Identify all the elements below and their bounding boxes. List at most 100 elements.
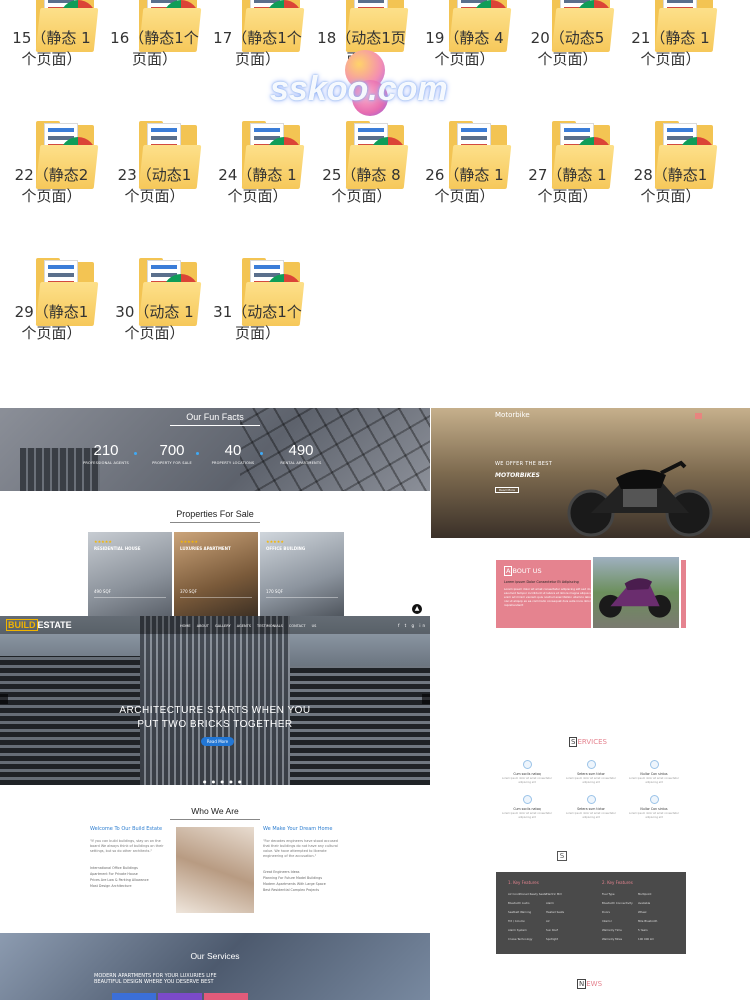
services-tagline: MODERN APARTMENTS FOR YOUR LUXURIES LIFE… [94, 973, 217, 985]
properties-title: Properties For Sale [0, 509, 430, 523]
feature-row-cell: Seatbelt Warning [508, 910, 532, 914]
property-card[interactable]: ★★★★★ RESIDENTIAL HOUSE 490 SQF [88, 532, 172, 616]
funfacts-title: Our Fun Facts [0, 412, 430, 426]
feature-list: Great Engineers Ideas Planning For Future… [263, 870, 326, 892]
stat-item: 210 PROFESSIONAL AGENTS [83, 442, 129, 465]
folder-item[interactable]: 23（动态1 个页面） [103, 121, 206, 256]
menu-icon[interactable] [695, 413, 702, 419]
slider-dots[interactable]: ● ● ● ● ● [203, 779, 244, 784]
feature-row-cell: Warranty Miles [602, 937, 623, 941]
feature-row-cell: Multipoint [638, 892, 652, 896]
moto-site-title: Motorbike [495, 411, 530, 419]
slider-next-icon[interactable] [422, 694, 430, 704]
folder-label: 30（动态 1 个页面） [115, 303, 194, 342]
moto-headline: WE OFFER THE BEST [495, 461, 553, 467]
service-tab[interactable] [112, 993, 156, 1000]
feature-row-cell: Bluetooth Audio [508, 901, 530, 905]
folder-label: 15（静态 1 个页面） [12, 29, 91, 68]
folder-item[interactable]: 29（静态1 个页面） [0, 258, 103, 393]
folder-item[interactable]: 22（静态2 个页面） [0, 121, 103, 256]
about-subtitle: Lorem ipsum Dolor Consectetur Et Adipisc… [504, 580, 579, 584]
feature-row-cell: 100 000 km [638, 937, 655, 941]
service-tab[interactable] [204, 993, 248, 1000]
folder-item[interactable]: 15（静态 1 个页面） [0, 0, 103, 119]
folder-item[interactable]: 21（静态 1 个页面） [619, 0, 722, 119]
welcome-text: "If you can build buildings, stay on on … [90, 839, 164, 853]
folder-item[interactable]: 31（动态1个 页面） [206, 258, 309, 393]
motorbike-photo [591, 555, 681, 630]
service-item: Nullor Con sintus Lorem ipsum dolor sit a… [624, 760, 684, 784]
folder-item[interactable]: 27（静态 1 个页面） [516, 121, 619, 256]
folder-item[interactable]: 28（静态1 个页面） [619, 121, 722, 256]
services-pink-screenshot: S ERVICES Cum sociis natoq Lorem ipsum dol… [431, 728, 750, 1000]
feature-row-cell: Warranty Time [602, 928, 622, 932]
feature-row-cell: Interior [602, 919, 612, 923]
folder-label: 26（静态 1 个页面） [425, 166, 504, 205]
folder-item[interactable]: 16（静态1个 页面） [103, 0, 206, 119]
feature-row-cell: Sun Roof [546, 928, 558, 932]
section-letter-box: S [557, 851, 567, 861]
folder-label: 28（静态1 个页面） [633, 166, 708, 205]
folder-item[interactable]: 20（动态5 个页面） [516, 0, 619, 119]
property-card[interactable]: ★★★★★ LUXURIES APARTMENT 370 SQF [174, 532, 258, 616]
services-heading: S ERVICES [569, 737, 607, 747]
service-item: Setera sum tictor Lorem ipsum dolor sit a… [561, 795, 621, 819]
folder-label: 16（静态1个 页面） [110, 29, 199, 68]
folder-label: 24（静态 1 个页面） [218, 166, 297, 205]
feature-row-cell: 5 Years [638, 928, 648, 932]
feature-row-cell: Heated Seats [546, 910, 565, 914]
service-item: Cum sociis natoq Lorem ipsum dolor sit am… [497, 760, 557, 784]
brand-logo[interactable]: BUILD ESTATE [6, 619, 72, 631]
about-screenshot: A BOUT US Lorem ipsum Dolor Consectetur E… [431, 538, 750, 728]
stat-divider-icon [260, 452, 263, 455]
slider-prev-icon[interactable] [0, 694, 8, 704]
features-panel: 1. Key Features 2. Key Features Air Cond… [496, 872, 686, 954]
folder-item[interactable]: 30（动态 1 个页面） [103, 258, 206, 393]
feature-row-cell: Available [638, 901, 651, 905]
service-tab[interactable] [158, 993, 202, 1000]
service-item: Cum sociis natoq Lorem ipsum dolor sit am… [497, 795, 557, 819]
feature-row-cell: Alarm [546, 901, 554, 905]
folder-label: 29（静态1 个页面） [14, 303, 89, 342]
read-more-button[interactable]: Read More [201, 737, 234, 746]
service-item: Nullor Con sintus Lorem ipsum dolor sit a… [624, 795, 684, 819]
folder-label: 25（静态 8 个页面） [322, 166, 401, 205]
funfacts-screenshot: Our Fun Facts 210 PROFESSIONAL AGENTS 700… [0, 408, 430, 491]
dream-heading: We Make Your Dream Home [263, 826, 333, 832]
folder-label: 21（静态 1 个页面） [631, 29, 710, 68]
service-item: Setera sum tictor Lorem ipsum dolor sit a… [561, 760, 621, 784]
collage-root: 15（静态 1个页面）16（静态1个页面）17（静态1个页面）18（动态1页面）… [0, 0, 750, 1000]
feature-row-cell: Tilt / Column [508, 919, 526, 923]
scroll-up-button[interactable]: ▲ [412, 604, 422, 614]
feature-row-cell: Wheel [638, 910, 647, 914]
folder-label: 27（静态 1 个页面） [528, 166, 607, 205]
folder-label: 19（静态 4 个页面） [425, 29, 504, 68]
feature-row-cell: Air Conditioned Ready Seats [508, 892, 547, 896]
feature-row-cell: Fuel Type [602, 892, 615, 896]
feature-row-cell: Electric Mirr [546, 892, 563, 896]
folder-label: 22（静态2 个页面） [14, 166, 89, 205]
features-heading: 2. Key Features [602, 880, 633, 885]
moto-read-more-button[interactable]: Read More [495, 487, 519, 493]
stat-item: 40 PROPERTY LOCATIONS [211, 442, 255, 465]
feature-row-cell: Alarm System [508, 928, 527, 932]
hero-screenshot: BUILD ESTATE HOME ABOUT GALLERY AGENTS TE… [0, 616, 430, 785]
feature-row-cell: Spotlight [546, 937, 559, 941]
nav-links[interactable]: HOME ABOUT GALLERY AGENTS TESTIMONIALS C… [180, 624, 316, 628]
feature-row-cell: Bluetooth Connectivity [602, 901, 633, 905]
watermark-text: sskoo.com [270, 70, 448, 108]
feature-list: International Office Buildings Apartment … [90, 866, 149, 888]
about-title: A BOUT US [504, 566, 542, 576]
folder-item[interactable]: 25（静态 8 个页面） [310, 121, 413, 256]
property-card[interactable]: ★★★★★ OFFICE BUILDING 170 SQF [260, 532, 344, 616]
news-heading: N EWS [577, 979, 603, 989]
social-icons[interactable]: f t g in [398, 623, 427, 628]
motorbike-image [567, 460, 713, 537]
folder-item[interactable]: 24（静态 1 个页面） [206, 121, 309, 256]
folder-item[interactable]: 26（静态 1 个页面） [413, 121, 516, 256]
properties-screenshot: Properties For Sale ★★★★★ RESIDENTIAL HOU… [0, 491, 430, 616]
who-we-are-screenshot: Who We Are Welcome To Our Build Estate "… [0, 785, 430, 933]
who-title: Who We Are [0, 806, 430, 820]
hero-headline: ARCHITECTURE STARTS WHEN YOU PUT TWO BRIC… [119, 705, 311, 730]
welcome-heading: Welcome To Our Build Estate [90, 826, 163, 832]
